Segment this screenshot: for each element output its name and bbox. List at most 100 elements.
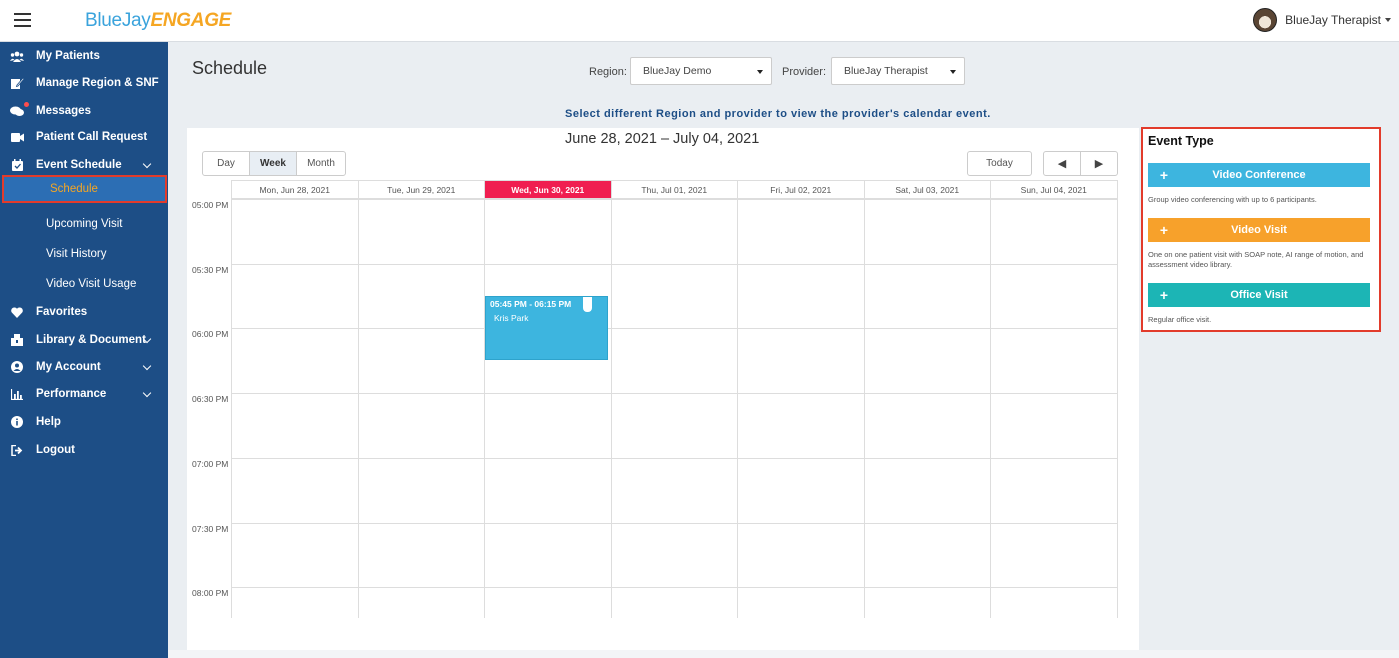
grid-row-line [232, 587, 1118, 589]
event-tab-handle [583, 297, 592, 312]
grid-column-line [863, 199, 865, 618]
sidebar: My Patients Manage Region & SNF Messages… [0, 42, 168, 658]
region-select-value: BlueJay Demo [643, 65, 712, 77]
day-header: Tue, Jun 29, 2021 [358, 180, 485, 199]
view-switcher: Day Week Month [202, 151, 346, 176]
time-label: 06:00 PM [192, 329, 229, 340]
chevron-right-icon: ▶ [1094, 158, 1104, 170]
today-button[interactable]: Today [967, 151, 1032, 176]
next-week-button[interactable]: ▶ [1080, 151, 1118, 176]
calendar-grid[interactable]: Mon, Jun 28, 2021 Tue, Jun 29, 2021 Wed, J… [231, 180, 1118, 618]
sidebar-item-library-document[interactable]: Library & Document [0, 327, 168, 353]
sidebar-item-help[interactable]: Help [0, 409, 168, 435]
logout-icon [10, 444, 24, 456]
grid-row-line [232, 393, 1118, 395]
page-title: Schedule [192, 58, 268, 78]
time-label: 08:00 PM [192, 588, 229, 599]
chevron-left-icon: ◀ [1057, 158, 1067, 170]
sidebar-item-label: Event Schedule [36, 159, 122, 171]
sidebar-item-label: Help [36, 416, 61, 428]
video-camera-icon [10, 131, 24, 143]
sidebar-item-label: Messages [36, 105, 91, 117]
calendar-event[interactable]: 05:45 PM - 06:15 PM Kris Park [485, 296, 608, 360]
view-month-button[interactable]: Month [296, 151, 346, 176]
event-time: 05:45 PM - 06:15 PM [490, 299, 572, 309]
sidebar-item-label: My Patients [36, 50, 100, 62]
grid-row-line [232, 522, 1118, 524]
office-visit-button[interactable]: + Office Visit [1148, 283, 1370, 307]
caret-down-icon [1385, 18, 1391, 22]
sidebar-item-patient-call-request[interactable]: Patient Call Request [0, 124, 168, 150]
sidebar-item-label: Favorites [36, 306, 88, 318]
video-visit-button[interactable]: + Video Visit [1148, 218, 1370, 242]
users-icon [10, 50, 24, 62]
event-type-desc: Group video conferencing with up to 6 pa… [1148, 195, 1317, 204]
hamburger-menu-icon[interactable] [14, 13, 31, 27]
logo-text-bluejay: BlueJay [85, 10, 151, 31]
user-circle-icon [10, 361, 24, 373]
region-label: Region: [589, 66, 627, 78]
user-menu[interactable]: BlueJay Therapist [1253, 8, 1391, 32]
sidebar-subitem-visit-history[interactable]: Visit History [0, 240, 168, 268]
day-header: Thu, Jul 01, 2021 [611, 180, 738, 199]
avatar [1253, 8, 1278, 32]
sidebar-item-label: Library & Document [36, 334, 146, 346]
sidebar-subitem-schedule[interactable]: Schedule [2, 175, 167, 203]
video-conference-button[interactable]: + Video Conference [1148, 163, 1370, 187]
view-day-button[interactable]: Day [202, 151, 250, 176]
event-patient-name: Kris Park [494, 313, 529, 323]
bar-chart-icon [10, 388, 24, 400]
sidebar-item-label: My Account [36, 361, 101, 373]
info-icon [10, 416, 24, 428]
sidebar-item-label: Manage Region & SNF [36, 77, 159, 89]
sidebar-item-label: Patient Call Request [36, 131, 148, 143]
app-logo[interactable]: BlueJayENGAGE [85, 10, 231, 32]
day-header: Sun, Jul 04, 2021 [991, 180, 1118, 199]
calendar-nav: ◀ ▶ [1043, 151, 1118, 176]
grid-column-line [484, 199, 485, 618]
day-header: Mon, Jun 28, 2021 [232, 180, 359, 199]
library-icon [10, 334, 24, 346]
sidebar-subitem-upcoming-visit[interactable]: Upcoming Visit [0, 210, 168, 238]
chevron-down-icon [142, 388, 152, 398]
grid-column-line [737, 199, 738, 618]
provider-select[interactable]: BlueJay Therapist [831, 57, 965, 85]
hint-text: Select different Region and provider to … [565, 108, 991, 120]
sidebar-item-my-account[interactable]: My Account [0, 354, 168, 380]
sidebar-subitem-label: Upcoming Visit [46, 218, 123, 230]
sidebar-item-manage-region[interactable]: Manage Region & SNF [0, 70, 168, 96]
time-label: 07:30 PM [192, 523, 229, 534]
sidebar-subitem-video-visit-usage[interactable]: Video Visit Usage [0, 270, 168, 298]
edit-icon [10, 77, 24, 89]
heart-icon [10, 306, 24, 318]
grid-column-line [1116, 199, 1118, 618]
time-label: 07:00 PM [192, 458, 229, 469]
sidebar-item-performance[interactable]: Performance [0, 381, 168, 407]
logo-text-engage: ENGAGE [150, 10, 232, 31]
event-type-desc: One on one patient visit with SOAP note,… [1148, 250, 1364, 269]
user-name: BlueJay Therapist [1285, 13, 1381, 27]
region-select[interactable]: BlueJay Demo [630, 57, 772, 85]
sidebar-subitem-label: Visit History [46, 248, 107, 260]
event-type-label: Video Conference [1212, 169, 1306, 181]
sidebar-item-messages[interactable]: Messages [0, 98, 168, 124]
footer-strip [168, 650, 1399, 658]
day-header: Wed, Jun 30, 2021 [485, 180, 612, 199]
sidebar-item-favorites[interactable]: Favorites [0, 299, 168, 325]
time-label: 05:00 PM [192, 200, 229, 210]
day-header: Sat, Jul 03, 2021 [864, 180, 991, 199]
chevron-down-icon [142, 361, 152, 371]
grid-row-line [232, 457, 1118, 459]
prev-week-button[interactable]: ◀ [1043, 151, 1081, 176]
grid-row-line [232, 199, 1118, 200]
event-type-label: Office Visit [1230, 289, 1288, 301]
day-header: Fri, Jul 02, 2021 [738, 180, 865, 199]
sidebar-item-my-patients[interactable]: My Patients [0, 43, 168, 69]
chat-icon [10, 105, 24, 117]
grid-row-line [232, 328, 1118, 330]
event-type-desc: Regular office visit. [1148, 315, 1212, 324]
view-week-button[interactable]: Week [249, 151, 297, 176]
provider-label: Provider: [782, 66, 827, 78]
sidebar-subitem-label: Video Visit Usage [46, 278, 137, 290]
sidebar-item-logout[interactable]: Logout [0, 437, 168, 463]
